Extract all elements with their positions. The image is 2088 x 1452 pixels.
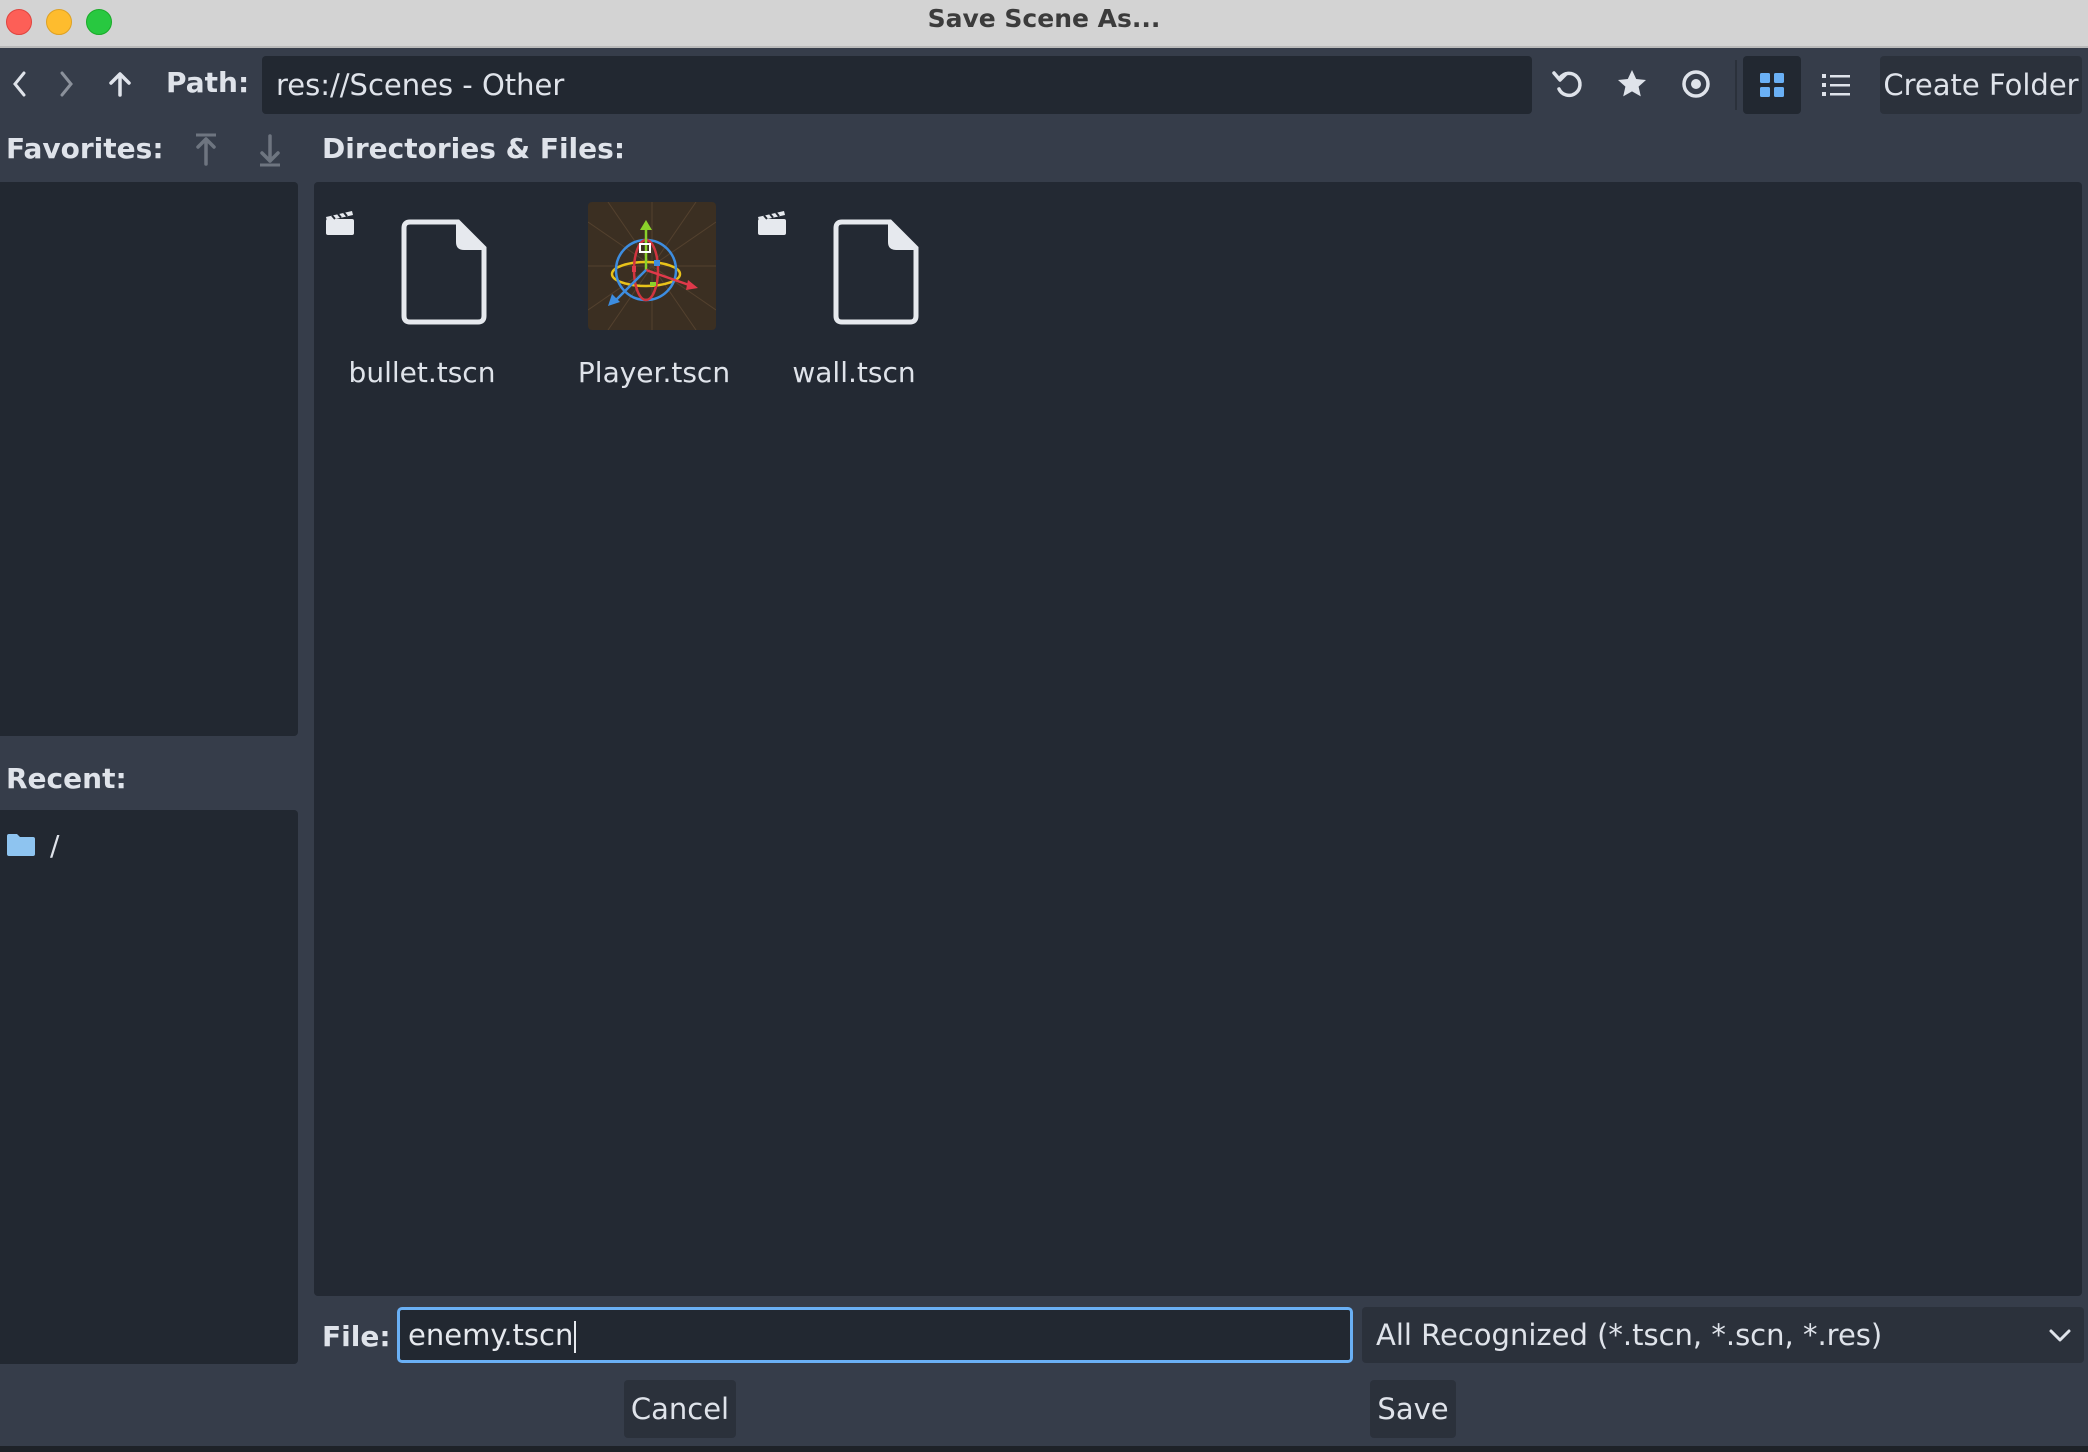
path-input[interactable]: res://Scenes - Other xyxy=(262,56,1532,114)
file-filter-select[interactable]: All Recognized (*.tscn, *.scn, *.res) xyxy=(1362,1307,2084,1363)
list-view-button[interactable] xyxy=(1807,56,1865,114)
file-label: File: xyxy=(322,1320,391,1353)
recent-list[interactable]: / xyxy=(0,810,298,1364)
file-icon xyxy=(401,219,487,325)
favorites-label: Favorites: xyxy=(6,132,164,165)
cancel-button[interactable]: Cancel xyxy=(624,1380,736,1438)
move-down-icon xyxy=(260,134,280,167)
refresh-icon xyxy=(1552,71,1582,98)
up-icon xyxy=(109,72,131,97)
file-name: bullet.tscn xyxy=(348,356,496,389)
file-name: wall.tscn xyxy=(792,356,916,389)
grid-view-button[interactable] xyxy=(1743,56,1801,114)
refresh-button[interactable] xyxy=(1548,64,1588,104)
back-button[interactable] xyxy=(0,64,40,104)
file-item-player[interactable]: Player.tscn xyxy=(532,198,744,398)
star-icon xyxy=(1618,70,1646,97)
list-view-icon xyxy=(1822,74,1850,96)
move-up-icon xyxy=(196,133,216,166)
file-filter-value: All Recognized (*.tscn, *.scn, *.res) xyxy=(1376,1318,1883,1352)
recent-item-label: / xyxy=(50,828,60,862)
favorite-move-down-button[interactable] xyxy=(250,130,290,170)
create-folder-button[interactable]: Create Folder xyxy=(1880,56,2082,114)
favorite-button[interactable] xyxy=(1612,64,1652,104)
file-name-value: enemy.tscn xyxy=(408,1318,574,1352)
files-grid[interactable]: bullet.tscn Player.tscn wall.tscn xyxy=(314,182,2082,1296)
save-button[interactable]: Save xyxy=(1370,1380,1456,1438)
bottom-edge xyxy=(0,1446,2088,1452)
forward-button[interactable] xyxy=(46,64,86,104)
toolbar-separator xyxy=(1735,60,1737,110)
back-icon xyxy=(13,71,26,97)
chevron-down-icon xyxy=(2049,1329,2071,1342)
scene-icon xyxy=(326,211,354,235)
toggle-hidden-button[interactable] xyxy=(1676,64,1716,104)
favorites-list[interactable] xyxy=(0,182,298,736)
recent-label: Recent: xyxy=(6,762,127,795)
eye-icon xyxy=(1682,70,1710,98)
file-item-bullet[interactable]: bullet.tscn xyxy=(316,198,528,398)
text-caret xyxy=(574,1321,577,1353)
file-item-wall[interactable]: wall.tscn xyxy=(748,198,960,398)
scene-preview-thumbnail xyxy=(588,202,716,330)
favorite-move-up-button[interactable] xyxy=(186,130,226,170)
title-bar: Save Scene As... xyxy=(0,0,2088,48)
path-label: Path: xyxy=(166,66,250,99)
list-item[interactable]: / xyxy=(6,826,59,864)
file-name-input[interactable]: enemy.tscn xyxy=(397,1307,1353,1363)
file-icon xyxy=(833,219,919,325)
scene-icon xyxy=(758,211,786,235)
forward-icon xyxy=(60,71,73,97)
grid-view-icon xyxy=(1760,73,1784,97)
window-title: Save Scene As... xyxy=(927,4,1161,33)
files-label: Directories & Files: xyxy=(322,132,626,165)
folder-icon xyxy=(7,834,35,856)
parent-folder-button[interactable] xyxy=(100,64,140,104)
